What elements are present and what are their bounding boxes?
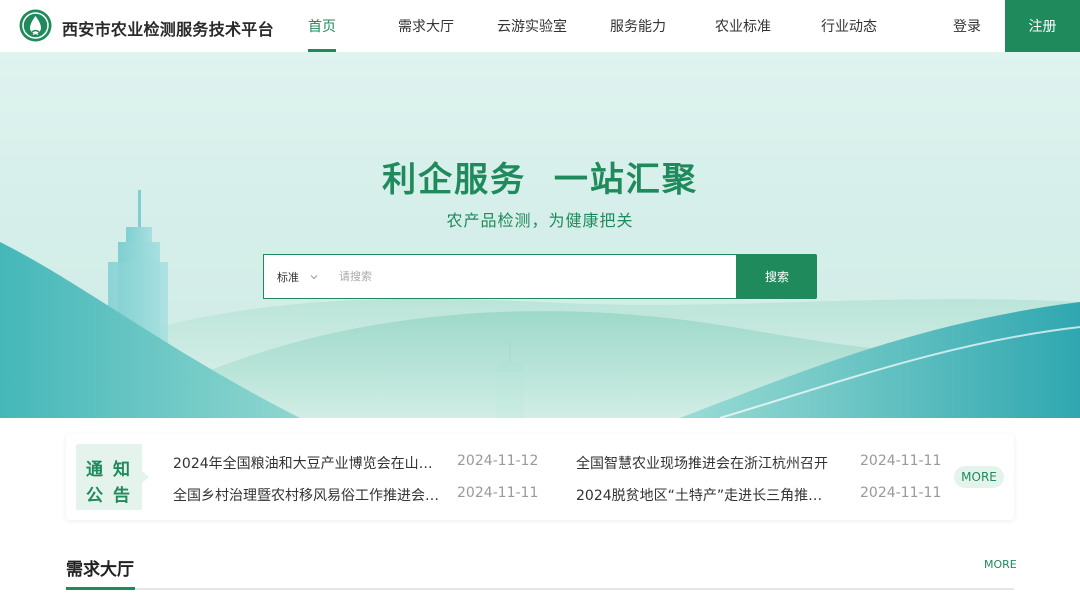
search-input[interactable] [327, 254, 737, 299]
hero-title: 利企服务 一站汇聚 [382, 160, 698, 200]
notice-panel: 通 知 公 告 2024年全国粮油和大豆产业博览会在山… 2024-11-12 … [66, 434, 1014, 520]
search-button[interactable]: 搜索 [737, 254, 817, 299]
news-item-title[interactable]: 全国乡村治理暨农村移风易俗工作推进会… [173, 485, 443, 505]
nav-demand-hall[interactable]: 需求大厅 [398, 16, 454, 36]
search-bar: 标准 搜索 [263, 254, 817, 299]
notice-more-button[interactable]: MORE [954, 466, 1004, 488]
news-item-date: 2024-11-11 [860, 453, 942, 469]
badge-char: 知 [113, 460, 130, 480]
nav-service-capability[interactable]: 服务能力 [610, 16, 666, 36]
news-item-date: 2024-11-12 [457, 453, 539, 469]
logo-icon[interactable] [19, 9, 52, 42]
news-item-title[interactable]: 2024年全国粮油和大豆产业博览会在山… [173, 453, 443, 473]
top-header: 西安市农业检测服务技术平台 首页 需求大厅 云游实验室 服务能力 农业标准 行业… [0, 0, 1080, 52]
section-divider [66, 588, 1014, 590]
news-item-date: 2024-11-11 [457, 485, 539, 501]
section-more-link[interactable]: MORE [984, 558, 1017, 571]
search-category-select[interactable]: 标准 [263, 254, 328, 299]
site-title[interactable]: 西安市农业检测服务技术平台 [62, 16, 274, 40]
badge-arrow [142, 471, 149, 483]
nav-agri-standards[interactable]: 农业标准 [715, 16, 771, 36]
hero-background-illustration [0, 190, 1080, 418]
nav-cloud-lab[interactable]: 云游实验室 [497, 16, 567, 36]
register-button[interactable]: 注册 [1005, 0, 1080, 52]
nav-home[interactable]: 首页 [308, 16, 336, 36]
login-link[interactable]: 登录 [953, 16, 981, 36]
badge-char: 通 [86, 460, 103, 480]
news-item-title[interactable]: 2024脱贫地区“土特产”走进长三角推… [576, 485, 846, 505]
section-active-indicator [66, 587, 135, 590]
news-item-date: 2024-11-11 [860, 485, 942, 501]
badge-char: 告 [113, 486, 130, 506]
news-item-title[interactable]: 全国智慧农业现场推进会在浙江杭州召开 [576, 453, 846, 473]
search-category-value: 标准 [277, 270, 299, 284]
hero-subtitle: 农产品检测，为健康把关 [446, 211, 634, 230]
section-title-demand-hall: 需求大厅 [66, 560, 134, 580]
chevron-down-icon [310, 275, 318, 280]
nav-industry-news[interactable]: 行业动态 [821, 16, 877, 36]
notice-badge: 通 知 公 告 [76, 444, 149, 510]
hero-banner: 利企服务 一站汇聚 农产品检测，为健康把关 标准 搜索 [0, 52, 1080, 418]
badge-char: 公 [86, 486, 103, 506]
